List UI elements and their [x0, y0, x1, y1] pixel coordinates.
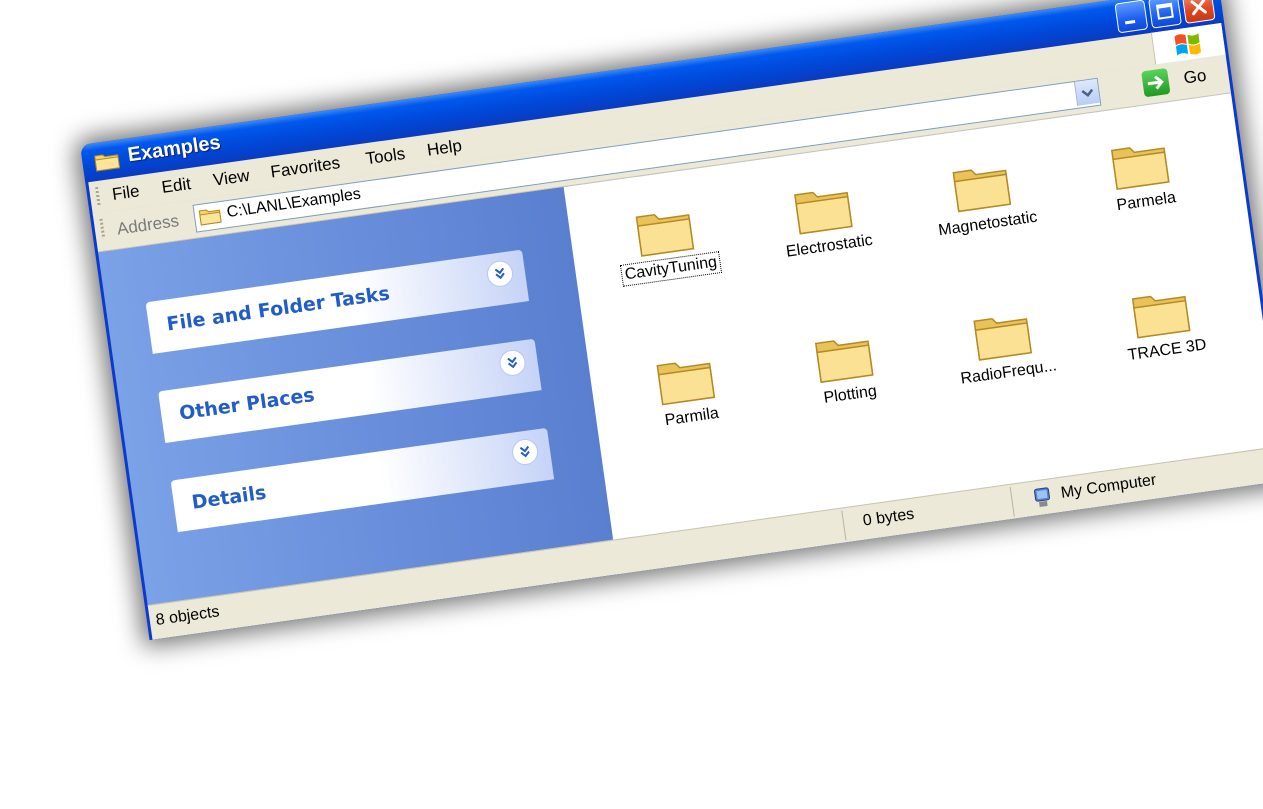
status-object-count: 8 objects [154, 603, 221, 629]
folder-name-magnetostatic[interactable]: Magnetostatic [934, 207, 1041, 242]
expand-chevron[interactable] [510, 437, 540, 467]
folder-item[interactable]: Plotting [767, 319, 932, 459]
folder-name-parmila[interactable]: Parmila [661, 403, 723, 431]
status-zone: My Computer [1059, 471, 1158, 502]
folder-name-cavitytuning[interactable]: CavityTuning [619, 250, 723, 288]
folder-icon [198, 209, 222, 226]
address-grip[interactable] [99, 218, 106, 239]
folder-item[interactable]: RadioFrequ... [925, 297, 1090, 437]
menu-view[interactable]: View [212, 166, 251, 191]
address-label: Address [115, 211, 181, 239]
task-header[interactable]: File and Folder Tasks [145, 249, 530, 354]
menu-tools[interactable]: Tools [364, 144, 406, 169]
my-computer-icon [1033, 487, 1051, 507]
folder-item[interactable]: Parmela [1063, 126, 1228, 266]
folder-item[interactable]: TRACE 3D [1084, 275, 1249, 415]
menu-file[interactable]: File [111, 181, 141, 205]
window-title: Examples [126, 131, 222, 167]
folder-icon [94, 154, 121, 172]
folder-item[interactable]: Magnetostatic [904, 149, 1069, 289]
folder-name-parmela[interactable]: Parmela [1112, 188, 1180, 217]
chevron-down-icon [1081, 88, 1094, 97]
windows-logo-icon [1174, 33, 1201, 56]
toolbar-grip[interactable] [95, 186, 101, 208]
maximize-icon [1155, 2, 1174, 20]
folder-icon [1131, 295, 1191, 339]
task-label-file-folder[interactable]: File and Folder Tasks [165, 282, 391, 335]
folder-icon [973, 317, 1033, 361]
folder-item[interactable]: CavityTuning [588, 193, 753, 333]
folder-item[interactable]: Parmila [608, 342, 773, 482]
folder-name-electrostatic[interactable]: Electrostatic [782, 230, 877, 263]
expand-chevron[interactable] [485, 259, 515, 289]
folder-item[interactable]: Electrostatic [746, 171, 911, 311]
minimize-button[interactable] [1114, 0, 1149, 34]
explorer-window: Examples File Edit View Favorites Tools … [80, 0, 1263, 641]
screenshot-stage: Examples File Edit View Favorites Tools … [0, 0, 1263, 809]
menu-edit[interactable]: Edit [160, 174, 192, 198]
status-size: 0 bytes [861, 505, 916, 530]
arrow-right-icon [1147, 75, 1164, 90]
menu-help[interactable]: Help [426, 136, 463, 161]
task-group-details[interactable]: Details [170, 427, 556, 542]
task-label-other-places[interactable]: Other Places [178, 384, 316, 425]
folder-icon [656, 362, 716, 406]
go-label[interactable]: Go [1182, 66, 1207, 89]
folder-icon [952, 169, 1012, 213]
folder-icon [794, 191, 853, 235]
double-chevron-down-icon [494, 267, 505, 280]
status-divider [1009, 486, 1015, 517]
address-dropdown-button[interactable] [1073, 78, 1101, 106]
close-icon [1190, 0, 1207, 16]
folder-icon [635, 213, 695, 257]
folder-icon [1110, 147, 1170, 190]
double-chevron-down-icon [519, 445, 530, 458]
menu-favorites[interactable]: Favorites [269, 153, 341, 183]
folder-name-radiofrequency[interactable]: RadioFrequ... [956, 356, 1061, 390]
double-chevron-down-icon [507, 356, 518, 369]
task-label-details[interactable]: Details [190, 482, 267, 514]
status-divider [841, 510, 847, 541]
folder-icon [814, 340, 874, 383]
minimize-icon [1124, 19, 1136, 25]
maximize-button[interactable] [1148, 0, 1182, 29]
expand-chevron[interactable] [497, 348, 528, 378]
folder-name-plotting[interactable]: Plotting [820, 381, 882, 409]
go-button[interactable] [1141, 67, 1171, 98]
close-button[interactable] [1181, 0, 1216, 24]
